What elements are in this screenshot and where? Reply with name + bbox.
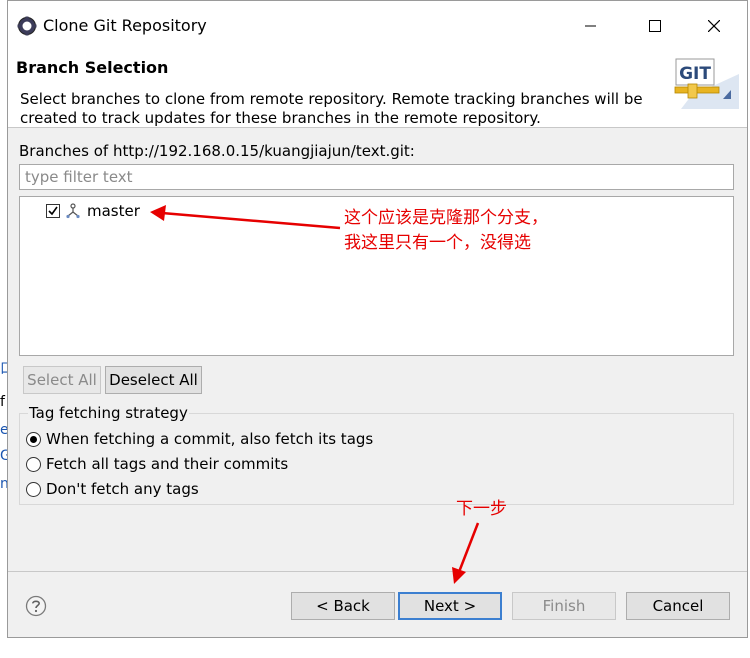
minimize-icon [585,25,596,27]
branch-checkbox[interactable] [46,204,60,218]
git-wizard-logo-icon: GIT [674,58,739,109]
checkmark-icon [48,206,58,216]
page-description: Select branches to clone from remote rep… [20,90,643,127]
radio-label: When fetching a commit, also fetch its t… [46,430,374,448]
page-title: Branch Selection [16,58,169,77]
list-item[interactable]: master [46,201,140,221]
select-all-button[interactable]: Select All [23,366,101,394]
radio-button[interactable] [26,481,41,497]
close-button[interactable] [691,9,737,43]
minimize-button[interactable] [568,9,614,43]
cancel-button[interactable]: Cancel [626,592,730,620]
footer-separator [8,571,747,572]
branch-annotation-line1: 这个应该是克隆那个分支， [344,208,548,228]
wizard-header: Branch Selection Select branches to clon… [8,49,747,128]
close-icon [708,20,720,32]
radio-selected-dot [30,435,37,443]
clone-git-repository-dialog: Clone Git Repository Branch Selection Se… [7,0,748,638]
git-logo-text: GIT [679,64,711,84]
help-icon[interactable] [25,595,47,617]
title-bar: Clone Git Repository [8,1,747,49]
branch-filter-input[interactable] [19,164,734,190]
branch-label: master [87,202,140,220]
maximize-icon [649,20,661,32]
back-button[interactable]: < Back [291,592,395,620]
radio-no-tags[interactable]: Don't fetch any tags [26,480,199,498]
window-title: Clone Git Repository [43,16,207,35]
git-branch-icon [66,203,80,219]
eclipse-gear-icon [17,16,37,36]
finish-button[interactable]: Finish [512,592,616,620]
radio-button[interactable] [26,431,41,447]
next-button[interactable]: Next > [398,592,502,620]
radio-fetch-commit-tags[interactable]: When fetching a commit, also fetch its t… [26,430,373,448]
branch-annotation: 这个应该是克隆那个分支， 我这里只有一个，没得选 [344,206,548,256]
radio-label: Fetch all tags and their commits [46,455,289,473]
next-annotation: 下一步 [456,499,507,519]
radio-fetch-all-tags[interactable]: Fetch all tags and their commits [26,455,288,473]
radio-label: Don't fetch any tags [46,480,199,498]
deselect-all-button[interactable]: Deselect All [105,366,202,394]
background-fragment: f [0,394,5,410]
tag-strategy-title: Tag fetching strategy [28,404,189,422]
radio-button[interactable] [26,456,41,472]
branches-label: Branches of http://192.168.0.15/kuangjia… [19,142,415,160]
maximize-button[interactable] [632,9,678,43]
branch-annotation-line2: 我这里只有一个，没得选 [344,233,531,253]
